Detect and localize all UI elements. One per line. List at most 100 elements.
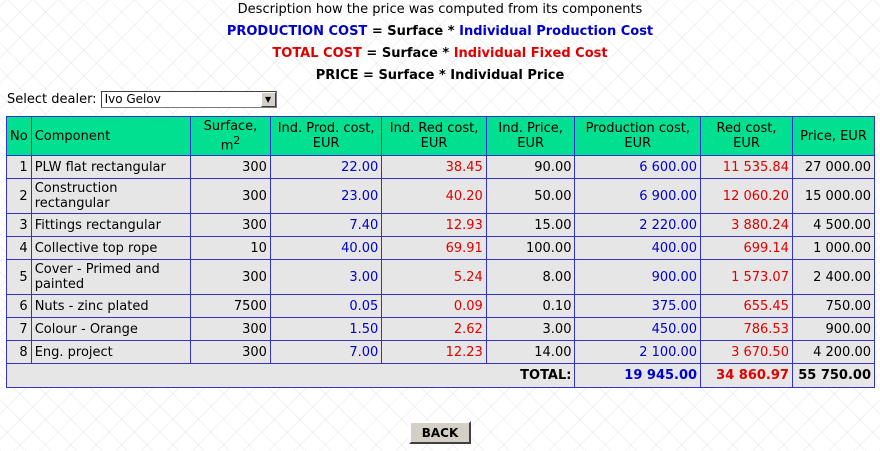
table-row: 7 Colour - Orange 300 1.50 2.62 3.00 450… (6, 317, 876, 342)
cell-price: 1 000.00 (791, 236, 876, 261)
cell-red-cost: 655.45 (700, 294, 793, 319)
price-formula: PRICE = Surface * Individual Price (0, 68, 880, 83)
total-cost-formula: TOTAL COST = Surface * Individual Fixed … (0, 46, 880, 61)
cell-ind-red-cost: 12.93 (381, 213, 487, 238)
table-row: 2 Construction rectangular 300 23.00 40.… (6, 178, 876, 215)
formula-surface: Surface (387, 24, 444, 39)
cell-red-cost: 699.14 (700, 236, 793, 261)
cell-surface: 300 (190, 213, 271, 238)
cell-no: 3 (6, 213, 32, 238)
cell-production-cost: 400.00 (574, 236, 702, 261)
cell-ind-price: 3.00 (485, 317, 576, 342)
cell-production-cost: 2 220.00 (574, 213, 702, 238)
cell-price: 4 200.00 (791, 340, 876, 365)
price-term: PRICE (315, 68, 359, 83)
header-no: No (6, 115, 32, 157)
cell-surface: 10 (190, 236, 271, 261)
cell-red-cost: 3 670.50 (700, 340, 793, 365)
cell-ind-red-cost: 38.45 (381, 155, 487, 180)
total-red-cost: 34 860.97 (700, 363, 793, 389)
header-ind-red-cost: Ind. Red cost, EUR (381, 115, 487, 157)
cell-production-cost: 450.00 (574, 317, 702, 342)
back-button[interactable]: BACK (409, 421, 471, 444)
cell-surface: 7500 (190, 294, 271, 319)
cell-red-cost: 786.53 (700, 317, 793, 342)
cell-surface: 300 (190, 340, 271, 365)
cell-price: 4 500.00 (791, 213, 876, 238)
cell-ind-prod-cost: 3.00 (269, 259, 383, 296)
total-cost-term: TOTAL COST (272, 46, 362, 61)
cell-red-cost: 12 060.20 (700, 178, 793, 215)
individual-production-cost-term: Individual Production Cost (459, 24, 654, 39)
individual-price-term: Individual Price (450, 68, 565, 83)
dealer-select[interactable]: Ivo Gelov ▼ (100, 91, 277, 108)
cell-ind-price: 14.00 (485, 340, 576, 365)
header-ind-price: Ind. Price, EUR (485, 115, 576, 157)
cell-component: Eng. project (30, 340, 192, 365)
cell-price: 27 000.00 (791, 155, 876, 180)
cell-component: Cover - Primed and painted (30, 259, 192, 296)
cell-ind-prod-cost: 23.00 (269, 178, 383, 215)
total-row: TOTAL: 19 945.00 34 860.97 55 750.00 (5, 363, 876, 389)
production-cost-term: PRODUCTION COST (226, 24, 368, 39)
cell-no: 7 (6, 317, 32, 342)
formula-equals: = (361, 46, 382, 61)
cell-component: Construction rectangular (30, 178, 192, 215)
cell-ind-prod-cost: 0.05 (269, 294, 383, 319)
cell-red-cost: 1 573.07 (700, 259, 793, 296)
cell-ind-price: 90.00 (485, 155, 576, 180)
dealer-label: Select dealer: (7, 92, 97, 107)
table-row: 8 Eng. project 300 7.00 12.23 14.00 2 10… (6, 340, 876, 365)
price-components-table: No Component Surface, m2 Ind. Prod. cost,… (5, 115, 876, 389)
cell-production-cost: 6 900.00 (574, 178, 702, 215)
cell-ind-price: 15.00 (485, 213, 576, 238)
formula-operator: * (443, 24, 460, 39)
cell-no: 4 (6, 236, 32, 261)
cell-component: PLW flat rectangular (30, 155, 192, 180)
dealer-selector: Select dealer: Ivo Gelov ▼ (7, 91, 277, 108)
cell-production-cost: 375.00 (574, 294, 702, 319)
cell-ind-red-cost: 12.23 (381, 340, 487, 365)
cell-production-cost: 2 100.00 (574, 340, 702, 365)
individual-fixed-cost-term: Individual Fixed Cost (453, 46, 608, 61)
table-row: 1 PLW flat rectangular 300 22.00 38.45 9… (6, 155, 876, 180)
formula-surface: Surface (378, 68, 435, 83)
description-heading: Description how the price was computed f… (237, 2, 643, 17)
cell-ind-prod-cost: 22.00 (269, 155, 383, 180)
cell-ind-prod-cost: 7.40 (269, 213, 383, 238)
cell-ind-red-cost: 5.24 (381, 259, 487, 296)
cell-surface: 300 (190, 178, 271, 215)
cell-no: 1 (6, 155, 32, 180)
formula-equals: = (367, 24, 388, 39)
cell-component: Fittings rectangular (30, 213, 192, 238)
cell-no: 8 (6, 340, 32, 365)
formula-operator: * (437, 46, 454, 61)
formula-operator: * (434, 68, 451, 83)
cell-ind-prod-cost: 1.50 (269, 317, 383, 342)
cell-ind-price: 8.00 (485, 259, 576, 296)
cell-ind-price: 50.00 (485, 178, 576, 215)
cell-component: Nuts - zinc plated (30, 294, 192, 319)
cell-red-cost: 11 535.84 (700, 155, 793, 180)
cell-ind-prod-cost: 40.00 (269, 236, 383, 261)
cell-no: 6 (6, 294, 32, 319)
table-row: 6 Nuts - zinc plated 7500 0.05 0.09 0.10… (6, 294, 876, 319)
table-row: 5 Cover - Primed and painted 300 3.00 5.… (6, 259, 876, 296)
total-label: TOTAL: (5, 363, 576, 389)
cell-ind-red-cost: 69.91 (381, 236, 487, 261)
header-red-cost: Red cost, EUR (700, 115, 793, 157)
cell-surface: 300 (190, 155, 271, 180)
table-row: 4 Collective top rope 10 40.00 69.91 100… (6, 236, 876, 261)
cell-component: Collective top rope (30, 236, 192, 261)
dealer-select-value: Ivo Gelov (104, 92, 161, 106)
cell-red-cost: 3 880.24 (700, 213, 793, 238)
cell-ind-price: 100.00 (485, 236, 576, 261)
cell-price: 900.00 (791, 317, 876, 342)
header-ind-prod-cost: Ind. Prod. cost, EUR (269, 115, 383, 157)
table-row: 3 Fittings rectangular 300 7.40 12.93 15… (6, 213, 876, 238)
cell-component: Colour - Orange (30, 317, 192, 342)
cell-no: 5 (6, 259, 32, 296)
total-price: 55 750.00 (791, 363, 876, 389)
cell-no: 2 (6, 178, 32, 215)
chevron-down-icon[interactable]: ▼ (260, 92, 276, 107)
